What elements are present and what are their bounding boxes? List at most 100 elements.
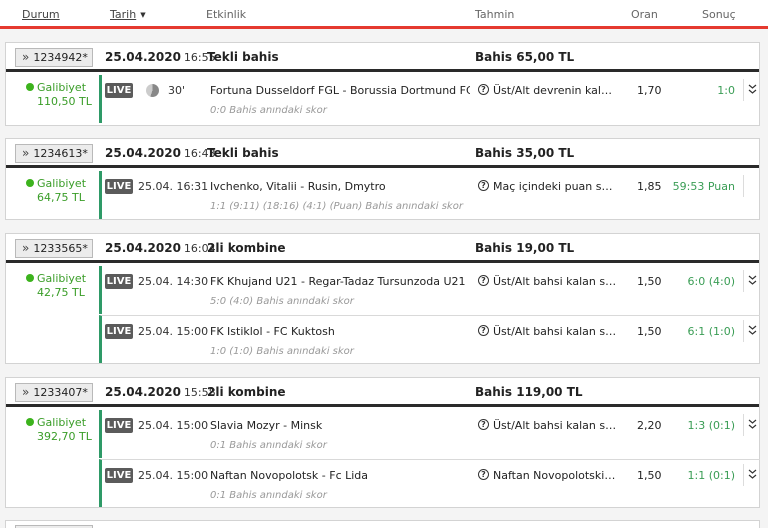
status-label: Galibiyet — [37, 416, 87, 429]
score-at-bet: 5:0 (4:0) Bahis anındaki skor — [210, 296, 354, 307]
live-badge: LIVE — [105, 83, 133, 98]
live-badge: LIVE — [105, 324, 133, 339]
coupon-header: » 1233407* 25.04.2020 15:58 2li kombine Ba… — [6, 378, 759, 407]
win-amount: 392,70 TL — [37, 430, 92, 443]
event-time: 25.04. 15:00 — [138, 469, 209, 482]
live-badge: LIVE — [105, 274, 133, 289]
odds: 1,50 — [637, 275, 662, 288]
result: 1:3 (0:1) — [687, 419, 736, 432]
divider — [743, 175, 744, 197]
double-chevron-right-icon: » — [22, 241, 30, 255]
win-amount: 42,75 TL — [37, 286, 85, 299]
coupon-header: » 1234613* 25.04.2020 16:43 Tekli bahis Ba… — [6, 139, 759, 168]
match-minute: 30' — [168, 84, 186, 97]
score-at-bet: 0:1 Bahis anındaki skor — [210, 440, 327, 451]
coupon-date-value: 25.04.2020 — [105, 50, 181, 64]
event-name[interactable]: Slavia Mozyr - Minsk — [210, 419, 470, 432]
question-icon[interactable]: ? — [478, 325, 489, 336]
prediction: Üst/Alt bahsi kalan süre — [493, 419, 617, 432]
event-time: 25.04. 16:31 — [138, 180, 209, 193]
event-time: 25.04. 15:00 — [138, 419, 209, 432]
prediction: Maç içindeki puan sayısı — [493, 180, 617, 193]
coupon-card: » 1234613* 25.04.2020 16:43 Tekli bahis Ba… — [5, 138, 760, 220]
coupon-header: » 1234942* 25.04.2020 16:55 Tekli bahis Ba… — [6, 43, 759, 72]
double-chevron-down-icon[interactable] — [748, 83, 757, 95]
win-amount: 110,50 TL — [37, 95, 92, 108]
coupon-card: » 1233565* 25.04.2020 16:04 2li kombine Ba… — [5, 233, 760, 364]
odds: 1,70 — [637, 84, 662, 97]
question-icon[interactable]: ? — [478, 469, 489, 480]
coupon-date: 25.04.2020 16:55 — [105, 50, 216, 64]
event-name[interactable]: FK Khujand U21 - Regar-Tadaz Tursunzoda … — [210, 275, 470, 288]
coupon-card — [5, 520, 760, 528]
header-oran: Oran — [631, 8, 658, 21]
odds: 1,50 — [637, 469, 662, 482]
prediction: Üst/Alt bahsi kalan süre — [493, 275, 617, 288]
odds: 1,50 — [637, 325, 662, 338]
coupon-date: 25.04.2020 16:43 — [105, 146, 216, 160]
event-time: 25.04. 15:00 — [138, 325, 209, 338]
live-badge: LIVE — [105, 179, 133, 194]
selection-row: LIVE 25.04. 14:30 FK Khujand U21 - Regar… — [99, 266, 760, 314]
event-name[interactable]: FK Istiklol - FC Kuktosh — [210, 325, 470, 338]
coupon-stake: Bahis 65,00 TL — [475, 50, 575, 64]
result: 59:53 Puan — [672, 180, 735, 193]
coupon-id-button[interactable]: » 1234613* — [15, 144, 93, 163]
status-label: Galibiyet — [37, 177, 87, 190]
score-at-bet: 0:1 Bahis anındaki skor — [210, 490, 327, 501]
status-dot-icon — [26, 83, 34, 91]
coupon-type: 2li kombine — [207, 385, 286, 399]
win-amount: 64,75 TL — [37, 191, 85, 204]
header-durum[interactable]: Durum — [22, 8, 60, 21]
divider — [743, 270, 744, 292]
coupon-status: Galibiyet 42,75 TL — [26, 272, 106, 300]
coupon-status: Galibiyet 64,75 TL — [26, 177, 106, 205]
double-chevron-right-icon: » — [22, 50, 30, 64]
live-badge: LIVE — [105, 418, 133, 433]
header-tahmin: Tahmin — [475, 8, 515, 21]
header-tarih[interactable]: Tarih ▼ — [110, 8, 146, 21]
question-icon[interactable]: ? — [478, 84, 489, 95]
coupon-date: 25.04.2020 16:04 — [105, 241, 216, 255]
event-name[interactable]: Ivchenko, Vitalii - Rusin, Dmytro — [210, 180, 470, 193]
coupon-date-value: 25.04.2020 — [105, 146, 181, 160]
selection-row: LIVE 25.04. 15:00 FK Istiklol - FC Kukto… — [99, 315, 760, 363]
coupon-status: Galibiyet 392,70 TL — [26, 416, 106, 444]
divider — [743, 464, 744, 486]
event-name[interactable]: Naftan Novopolotsk - Fc Lida — [210, 469, 470, 482]
prediction: Üst/Alt bahsi kalan süre — [493, 325, 617, 338]
score-at-bet: 0:0 Bahis anındaki skor — [210, 105, 327, 116]
odds: 1,85 — [637, 180, 662, 193]
table-header: Durum Tarih ▼ Etkinlik Tahmin Oran Sonuç — [0, 0, 768, 29]
selection-row: LIVE 25.04. 15:00 Naftan Novopolotsk - F… — [99, 459, 760, 507]
selection-row: LIVE 30' Fortuna Dusseldorf FGL - Boruss… — [99, 75, 760, 123]
coupon-type: Tekli bahis — [207, 50, 279, 64]
divider — [743, 414, 744, 436]
status-dot-icon — [26, 418, 34, 426]
double-chevron-down-icon[interactable] — [748, 468, 757, 480]
header-etkinlik: Etkinlik — [206, 8, 247, 21]
double-chevron-down-icon[interactable] — [748, 324, 757, 336]
header-sonuc: Sonuç — [702, 8, 736, 21]
coupon-id: 1234613* — [33, 147, 88, 160]
question-icon[interactable]: ? — [478, 275, 489, 286]
odds: 2,20 — [637, 419, 662, 432]
result: 6:0 (4:0) — [687, 275, 736, 288]
coupon-status: Galibiyet 110,50 TL — [26, 81, 106, 109]
coupon-id-button[interactable]: » 1233407* — [15, 383, 93, 402]
score-at-bet: 1:0 (1:0) Bahis anındaki skor — [210, 346, 354, 357]
coupon-stake: Bahis 35,00 TL — [475, 146, 575, 160]
status-label: Galibiyet — [37, 272, 87, 285]
double-chevron-down-icon[interactable] — [748, 274, 757, 286]
coupon-header: » 1233565* 25.04.2020 16:04 2li kombine Ba… — [6, 234, 759, 263]
match-clock-icon — [146, 84, 159, 97]
coupon-id-button[interactable]: » 1234942* — [15, 48, 93, 67]
double-chevron-down-icon[interactable] — [748, 418, 757, 430]
question-icon[interactable]: ? — [478, 419, 489, 430]
question-icon[interactable]: ? — [478, 180, 489, 191]
coupon-id: 1234942* — [33, 51, 88, 64]
event-time: 25.04. 14:30 — [138, 275, 209, 288]
event-name[interactable]: Fortuna Dusseldorf FGL - Borussia Dortmu… — [210, 84, 470, 97]
status-dot-icon — [26, 179, 34, 187]
coupon-id-button[interactable]: » 1233565* — [15, 239, 93, 258]
